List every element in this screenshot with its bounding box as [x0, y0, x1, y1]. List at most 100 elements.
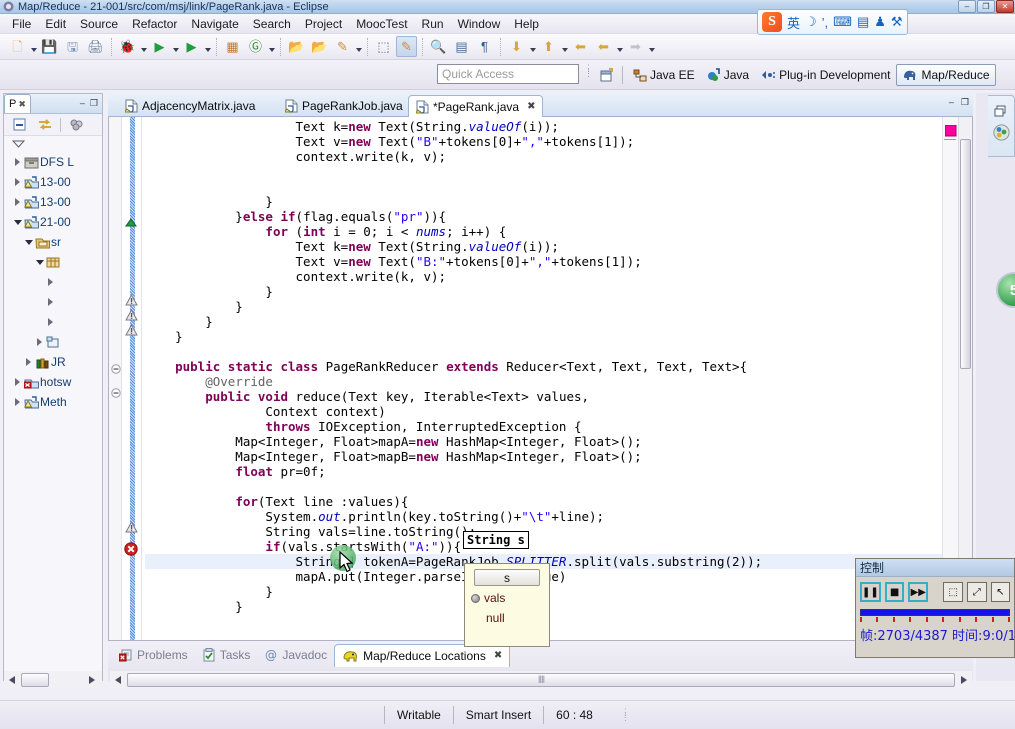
- bottom-tab-close-icon[interactable]: ✖: [494, 650, 502, 661]
- forward-dropdown-arrow-icon[interactable]: [647, 37, 656, 57]
- new-wizard-dropdown-arrow-icon[interactable]: [29, 37, 38, 57]
- tree-item-sr[interactable]: sr: [4, 232, 102, 252]
- warning-icon-4[interactable]: [125, 520, 138, 536]
- menu-item-refactor[interactable]: Refactor: [125, 15, 184, 33]
- status-drag-handle[interactable]: ⋮ ⋮: [621, 708, 630, 722]
- code-line[interactable]: for (int i = 0; i < nums; i++) {: [145, 224, 942, 239]
- project-explorer-hscrollbar[interactable]: [4, 671, 102, 689]
- ime-moon-icon[interactable]: ☽: [805, 14, 817, 30]
- menu-item-project[interactable]: Project: [298, 15, 349, 33]
- vscroll-thumb[interactable]: [960, 139, 971, 369]
- run-external-tools-button[interactable]: ▶: [181, 36, 202, 57]
- code-line[interactable]: [145, 479, 942, 494]
- chevron-right-icon[interactable]: [12, 178, 23, 186]
- scroll-left-icon[interactable]: [4, 672, 20, 688]
- bottom-tab-problems[interactable]: Problems: [112, 644, 195, 667]
- chevron-down-icon[interactable]: [34, 259, 45, 265]
- code-line[interactable]: for(Text line :values){: [145, 494, 942, 509]
- code-line[interactable]: throws IOException, InterruptedException…: [145, 419, 942, 434]
- code-line[interactable]: String vals=line.toString();: [145, 524, 942, 539]
- tree-item[interactable]: [4, 252, 102, 272]
- code-line[interactable]: public void reduce(Text key, Iterable<Te…: [145, 389, 942, 404]
- ime-comma-icon[interactable]: ’,: [822, 15, 829, 30]
- chevron-right-icon[interactable]: [45, 278, 56, 286]
- tree-item[interactable]: [4, 272, 102, 292]
- ime-mode-english[interactable]: 英: [787, 13, 800, 32]
- code-line[interactable]: }: [145, 314, 942, 329]
- code-line[interactable]: @Override: [145, 374, 942, 389]
- editor-tab-close-icon[interactable]: ✖: [527, 101, 535, 112]
- code-line[interactable]: }else if(flag.equals("pr")){: [145, 209, 942, 224]
- back-to-button[interactable]: ⬅: [570, 36, 591, 57]
- next-annotation-dropdown-arrow-icon[interactable]: [528, 37, 537, 57]
- code-line[interactable]: System.out.println(key.toString()+"\t"+l…: [145, 509, 942, 524]
- code-line[interactable]: }: [145, 194, 942, 209]
- tree-item-dfs-l[interactable]: DFS L: [4, 152, 102, 172]
- tree-item-hotsw[interactable]: hotsw: [4, 372, 102, 392]
- sogou-logo-icon[interactable]: S: [762, 12, 782, 32]
- overview-marker-magenta[interactable]: [944, 124, 957, 140]
- save-all-button[interactable]: 🖫: [62, 36, 83, 57]
- bottom-tab-javadoc[interactable]: @ Javadoc: [257, 644, 334, 667]
- toggle-mark-occurrences-button[interactable]: ⬚: [373, 36, 394, 57]
- perspective-map-reduce[interactable]: Map/Reduce: [896, 64, 996, 86]
- code-line[interactable]: Map<Integer, Float>mapA=new HashMap<Inte…: [145, 434, 942, 449]
- restore-view-icon[interactable]: [994, 105, 1008, 121]
- show-whitespace-button[interactable]: ▤: [451, 36, 472, 57]
- forward-button[interactable]: ➡: [625, 36, 646, 57]
- chevron-right-icon[interactable]: [45, 318, 56, 326]
- back-dropdown-arrow-icon[interactable]: [615, 37, 624, 57]
- menu-item-file[interactable]: File: [5, 15, 38, 33]
- close-icon[interactable]: ✖: [18, 99, 26, 110]
- bottom-tab-tasks[interactable]: Tasks: [195, 644, 258, 667]
- code-line[interactable]: if(vals.startsWith("A:")){: [145, 539, 942, 554]
- chevron-right-icon[interactable]: [34, 338, 45, 346]
- code-line[interactable]: public static class PageRankReducer exte…: [145, 359, 942, 374]
- chevron-right-icon[interactable]: [12, 398, 23, 406]
- close-button[interactable]: ✕: [996, 0, 1014, 13]
- menu-item-source[interactable]: Source: [73, 15, 125, 33]
- chevron-down-icon[interactable]: [23, 239, 34, 245]
- debug-dropdown-arrow-icon[interactable]: [139, 37, 148, 57]
- pencil-active-button[interactable]: ✎: [396, 36, 417, 57]
- code-line[interactable]: }: [145, 284, 942, 299]
- quick-fix-button[interactable]: ✎: [332, 36, 353, 57]
- tree-item-13-00[interactable]: 13-00: [4, 192, 102, 212]
- view-menu-chevron[interactable]: [4, 136, 102, 150]
- new-class-button[interactable]: Ⓖ: [245, 36, 266, 57]
- error-icon[interactable]: [124, 542, 138, 559]
- ime-settings-icon[interactable]: ⚒: [891, 14, 903, 30]
- ime-toolbox-icon[interactable]: ▤: [857, 14, 869, 30]
- run-dropdown-arrow-icon[interactable]: [171, 37, 180, 57]
- editor-hscrollbar[interactable]: ‖‖: [110, 671, 972, 689]
- autocomplete-popup[interactable]: s vals null: [464, 563, 550, 647]
- menu-item-run[interactable]: Run: [415, 15, 451, 33]
- search-button[interactable]: 🔍: [428, 36, 449, 57]
- save-button[interactable]: 💾: [39, 36, 60, 57]
- source-code[interactable]: Text k=new Text(String.valueOf(i)); Text…: [145, 117, 942, 640]
- run-button[interactable]: ▶: [149, 36, 170, 57]
- minimize-icon[interactable]: –: [80, 98, 85, 109]
- chevron-right-icon[interactable]: [23, 358, 34, 366]
- back-button[interactable]: ⬅: [593, 36, 614, 57]
- code-line[interactable]: context.write(k, v);: [145, 149, 942, 164]
- code-line[interactable]: [145, 179, 942, 194]
- outline-view-icon[interactable]: [992, 124, 1010, 144]
- view-menu-button[interactable]: [66, 114, 87, 135]
- fold-collapse-icon[interactable]: [111, 363, 121, 377]
- tab-project-explorer[interactable]: P ✖: [4, 94, 31, 113]
- settings-button[interactable]: ⬚: [943, 582, 963, 602]
- quick-fix-dropdown-arrow-icon[interactable]: [354, 37, 363, 57]
- menu-item-window[interactable]: Window: [451, 15, 508, 33]
- warning-icon-1[interactable]: [125, 293, 138, 309]
- autocomplete-item-vals[interactable]: vals: [465, 588, 549, 608]
- editor-marker-gutter[interactable]: [122, 117, 142, 640]
- next-annotation-button[interactable]: ⬇: [506, 36, 527, 57]
- warning-icon-2[interactable]: [125, 308, 138, 324]
- perspective-plug-in-development[interactable]: Plug-in Development: [755, 64, 896, 86]
- open-perspective-icon[interactable]: [596, 64, 618, 86]
- tree-item[interactable]: [4, 292, 102, 312]
- tree-item-meth[interactable]: Meth: [4, 392, 102, 412]
- pause-button[interactable]: ❚❚: [860, 582, 881, 602]
- ime-skin-icon[interactable]: ♟: [874, 14, 886, 30]
